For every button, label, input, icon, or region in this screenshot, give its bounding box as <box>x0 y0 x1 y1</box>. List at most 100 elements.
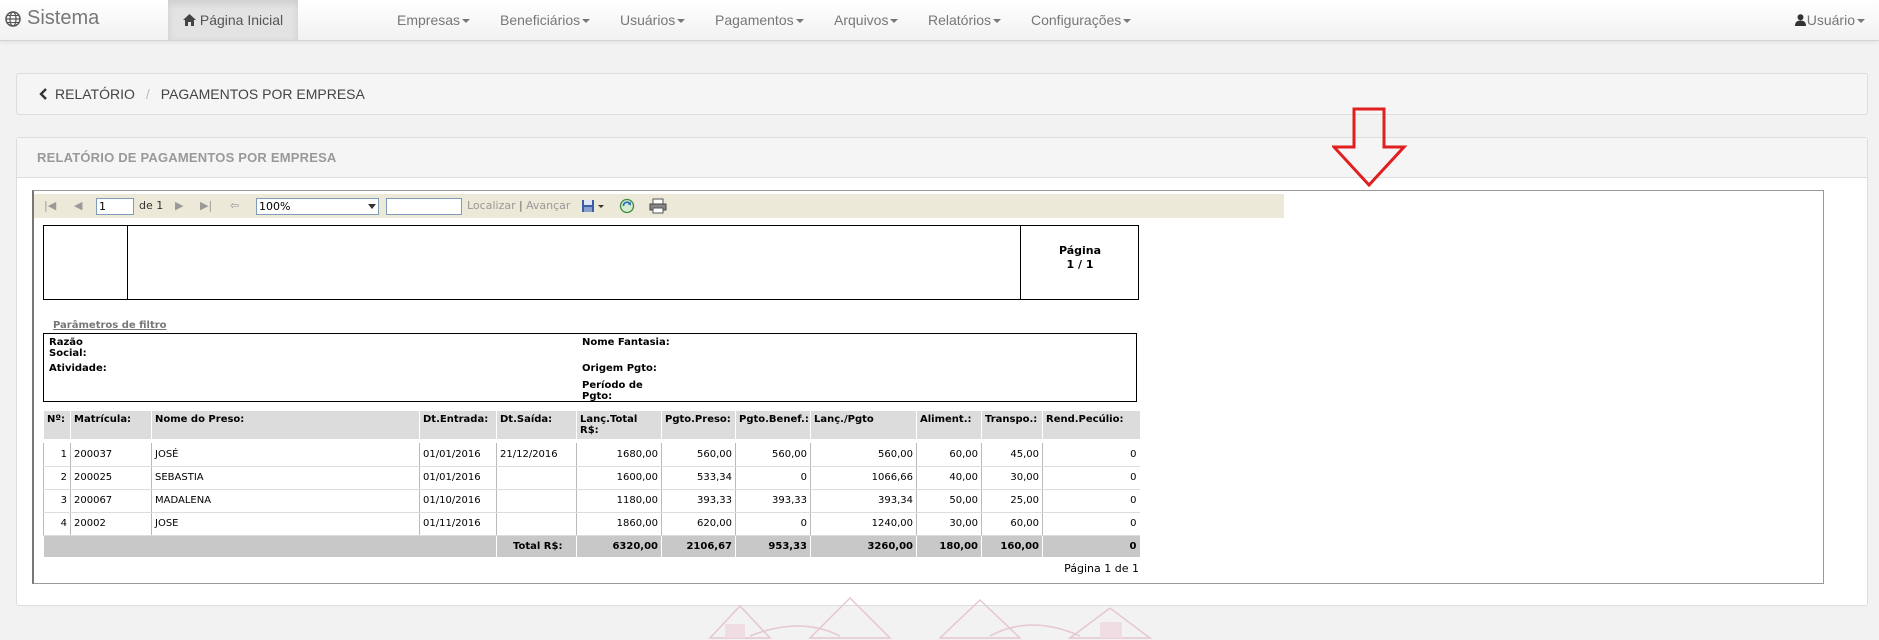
table-cell: 60,00 <box>916 443 982 467</box>
table-cell <box>496 512 577 536</box>
back-icon[interactable]: ⇦ <box>230 194 239 218</box>
table-cell: 393,33 <box>661 489 736 513</box>
table-cell: 01/01/2016 <box>419 443 497 467</box>
table-cell: 25,00 <box>981 489 1043 513</box>
column-header: Dt.Entrada: <box>419 411 497 439</box>
table-cell: 1860,00 <box>576 512 662 536</box>
report-toolbar: |◀ ◀ 1 de 1 ▶ ▶| ⇦ 100% Localizar | Avan… <box>34 194 1284 218</box>
column-header: Transpo.: <box>981 411 1043 439</box>
user-icon <box>1794 14 1806 26</box>
page-number-input[interactable]: 1 <box>96 198 134 215</box>
find-link[interactable]: Localizar <box>467 194 516 218</box>
find-input[interactable] <box>386 198 462 215</box>
next-page-icon[interactable]: ▶ <box>175 194 183 218</box>
column-header: Nome do Preso: <box>151 411 420 439</box>
table-row: 2 200025 SEBASTIA 01/01/2016 1600,00 533… <box>43 466 1140 490</box>
watermark-emblem <box>708 596 1153 639</box>
nav-usuarios-label: Usuários <box>620 12 676 28</box>
total-cell: 6320,00 <box>576 535 662 557</box>
filter-nome-fantasia: Nome Fantasia: <box>582 337 670 348</box>
prev-page-icon[interactable]: ◀ <box>74 194 82 218</box>
table-cell: 1240,00 <box>810 512 917 536</box>
column-header: Lanç.Total R$: <box>576 411 662 439</box>
last-page-icon[interactable]: ▶| <box>200 194 212 218</box>
table-cell: SEBASTIA <box>151 466 420 490</box>
nav-relatorios[interactable]: Relatórios <box>928 0 1002 40</box>
table-cell <box>496 489 577 513</box>
print-icon[interactable] <box>649 198 667 214</box>
nav-arquivos[interactable]: Arquivos <box>834 0 899 40</box>
report-viewer: |◀ ◀ 1 de 1 ▶ ▶| ⇦ 100% Localizar | Avan… <box>32 190 1824 584</box>
table-cell: 01/10/2016 <box>419 489 497 513</box>
table-cell: 0 <box>1042 489 1140 513</box>
nav-usuarios[interactable]: Usuários <box>620 0 686 40</box>
nav-arquivos-label: Arquivos <box>834 12 889 28</box>
caret-down-icon <box>890 19 899 24</box>
caret-down-icon <box>582 19 591 24</box>
nav-empresas[interactable]: Empresas <box>397 0 471 40</box>
table-cell: MADALENA <box>151 489 420 513</box>
nav-pagamentos[interactable]: Pagamentos <box>715 0 804 40</box>
total-cell: 2106,67 <box>661 535 736 557</box>
caret-down-icon <box>677 19 686 24</box>
table-cell: 1180,00 <box>576 489 662 513</box>
nav-configuracoes[interactable]: Configurações <box>1031 0 1132 40</box>
refresh-icon[interactable] <box>619 198 635 214</box>
home-icon <box>182 14 196 26</box>
table-cell: 0 <box>735 466 811 490</box>
table-cell: 1680,00 <box>576 443 662 467</box>
nav-user[interactable]: Usuário <box>1794 0 1865 40</box>
table-row: 4 20002 JOSE 01/11/2016 1860,00 620,00 0… <box>43 512 1140 536</box>
brand[interactable]: Sistema <box>5 7 99 30</box>
table-cell: 533,34 <box>661 466 736 490</box>
breadcrumb-parent[interactable]: RELATÓRIO <box>55 86 135 102</box>
report-header-box: Página 1 / 1 <box>43 225 1139 300</box>
table-cell: 1600,00 <box>576 466 662 490</box>
nav-beneficiarios[interactable]: Beneficiários <box>500 0 591 40</box>
table-cell: 560,00 <box>735 443 811 467</box>
table-cell: 01/01/2016 <box>419 466 497 490</box>
down-arrow-annotation <box>1332 107 1408 187</box>
filter-periodo-label-2: Pgto: <box>582 391 613 402</box>
caret-down-icon <box>993 19 1002 24</box>
export-icon[interactable] <box>581 199 605 213</box>
table-row: 3 200067 MADALENA 01/10/2016 1180,00 393… <box>43 489 1140 513</box>
filter-razao-label-1: Razão <box>49 337 83 348</box>
table-header-row: Nº: Matrícula: Nome do Preso: Dt.Entrada… <box>43 411 1140 439</box>
table-cell: 200067 <box>70 489 152 513</box>
table-cell: 21/12/2016 <box>496 443 577 467</box>
nav-user-label: Usuário <box>1806 12 1855 28</box>
column-header: Aliment.: <box>916 411 982 439</box>
header-divider <box>127 226 128 299</box>
globe-icon <box>5 10 21 27</box>
breadcrumb: RELATÓRIO / PAGAMENTOS POR EMPRESA <box>39 86 365 102</box>
top-navbar: Sistema Página Inicial Empresas Benefici… <box>0 0 1879 41</box>
table-cell: 1066,66 <box>810 466 917 490</box>
zoom-select[interactable]: 100% <box>256 198 379 215</box>
nav-home-label: Página Inicial <box>199 12 284 28</box>
table-cell: 560,00 <box>661 443 736 467</box>
breadcrumb-panel: RELATÓRIO / PAGAMENTOS POR EMPRESA <box>16 73 1868 115</box>
find-next-link[interactable]: Avançar <box>526 194 570 218</box>
table-cell: 50,00 <box>916 489 982 513</box>
filter-atividade: Atividade: <box>49 363 107 374</box>
table-cell: 60,00 <box>981 512 1043 536</box>
report-panel-header: RELATÓRIO DE PAGAMENTOS POR EMPRESA <box>17 138 1867 178</box>
caret-down-icon <box>1857 19 1865 24</box>
table-cell: 45,00 <box>981 443 1043 467</box>
report-page-number: 1 / 1 <box>1066 258 1094 271</box>
chevron-left-icon[interactable] <box>39 88 49 100</box>
filter-razao-label-2: Social: <box>49 348 87 359</box>
nav-pagamentos-label: Pagamentos <box>715 12 794 28</box>
table-cell: 200025 <box>70 466 152 490</box>
toolbar-divider: | <box>519 199 523 212</box>
filter-box: Razão Social: Atividade: Nome Fantasia: … <box>43 333 1137 402</box>
nav-home[interactable]: Página Inicial <box>168 0 298 40</box>
column-header: Rend.Pecúlio: <box>1042 411 1140 439</box>
column-header: Lanç./Pgto <box>810 411 917 439</box>
table-cell: 393,33 <box>735 489 811 513</box>
table-cell <box>496 466 577 490</box>
table-cell: 393,34 <box>810 489 917 513</box>
first-page-icon[interactable]: |◀ <box>44 194 56 218</box>
column-header: Pgto.Benef.: <box>735 411 811 439</box>
